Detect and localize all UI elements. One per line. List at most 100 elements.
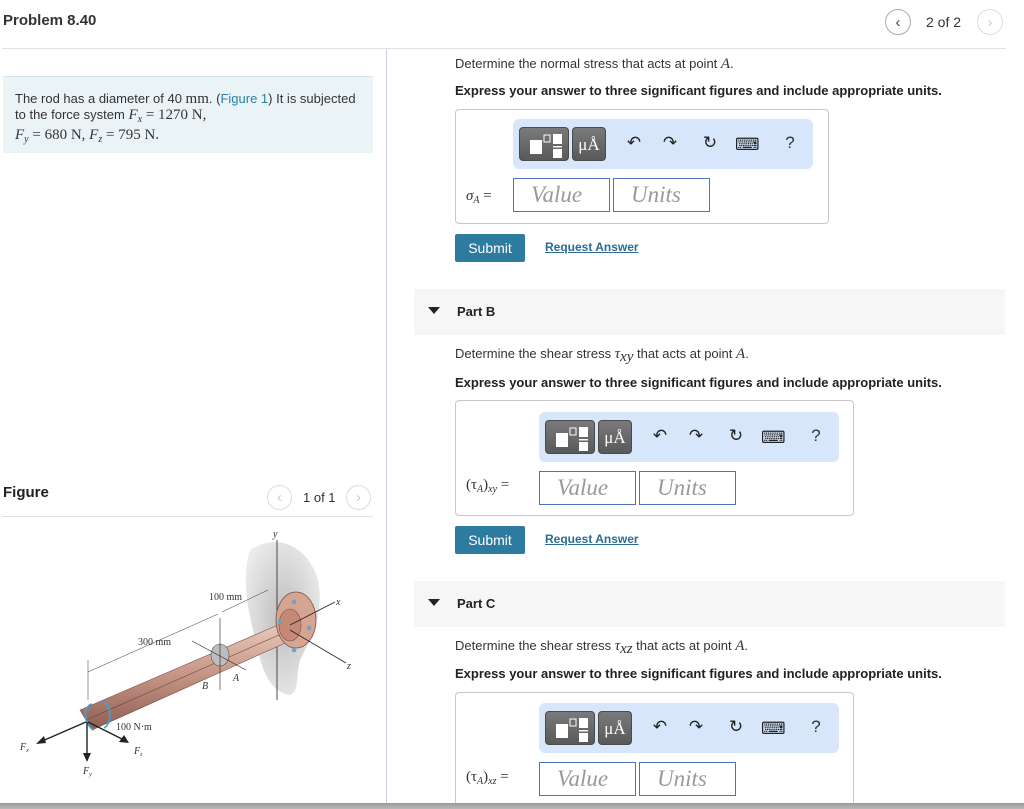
redo-icon[interactable]: ↷ (659, 133, 681, 153)
question-sub: xz (620, 641, 633, 657)
previous-figure-button[interactable]: ‹ (267, 485, 292, 510)
math-toolbar: μÅ ↶ ↷ ↻ ⌨ ? (539, 703, 839, 753)
templates-button[interactable] (545, 711, 595, 745)
fz-value: = 795 N. (102, 127, 160, 143)
figure-divider (2, 516, 373, 517)
column-divider (386, 49, 387, 809)
rod-edge-line (85, 630, 289, 721)
units-button[interactable]: μÅ (598, 711, 632, 745)
force-x-arrow (39, 721, 87, 743)
units-input[interactable] (613, 178, 710, 212)
part-b-question: Determine the shear stress τxy that acts… (455, 346, 749, 366)
next-problem-button[interactable]: › (977, 9, 1003, 35)
fy-var: F (15, 127, 25, 143)
rod-diagram: y x z A B 300 mm 100 mm 100 N·m Fx Fy Fz (19, 529, 351, 778)
part-c-instruction: Express your answer to three significant… (455, 666, 942, 681)
question-text-2: that acts at point (632, 638, 736, 653)
templates-button[interactable] (545, 420, 595, 454)
math-toolbar: μÅ ↶ ↷ ↻ ⌨ ? (539, 412, 839, 462)
part-a-answer-box: μÅ ↶ ↷ ↻ ⌨ ? σA = (455, 109, 829, 224)
fx-expression: Fx = 1270 N, (128, 107, 207, 126)
templates-icon (530, 134, 562, 158)
undo-icon[interactable]: ↶ (623, 133, 645, 153)
eq-open: (τ (466, 769, 478, 785)
question-sub: xy (620, 349, 634, 365)
help-icon[interactable]: ? (779, 133, 801, 153)
part-c-title: Part C (457, 596, 496, 611)
chevron-left-icon: ‹ (895, 13, 901, 31)
part-b-answer-box: μÅ ↶ ↷ ↻ ⌨ ? (τA)xy = (455, 400, 854, 516)
fx-var: F (128, 107, 138, 123)
reset-icon[interactable]: ↻ (725, 717, 747, 737)
force-x-arrowhead (36, 736, 46, 744)
bolt (291, 647, 297, 653)
request-answer-link[interactable]: Request Answer (545, 532, 639, 546)
window-bottom-edge (0, 803, 1024, 809)
undo-icon[interactable]: ↶ (649, 426, 671, 446)
eq-open: (τ (466, 477, 478, 493)
templates-icon (556, 718, 588, 742)
reset-icon[interactable]: ↻ (725, 426, 747, 446)
keyboard-icon[interactable]: ⌨ (735, 135, 760, 155)
value-input[interactable] (539, 762, 636, 796)
fy-value: = 680 N, (28, 127, 90, 143)
fy-expression: Fy = 680 N, (15, 127, 90, 146)
tau-xy-label: (τA)xy = (466, 477, 509, 495)
bolt (291, 599, 297, 605)
request-answer-link[interactable]: Request Answer (545, 240, 639, 254)
fz-var: F (89, 127, 99, 143)
part-b-instruction: Express your answer to three significant… (455, 375, 942, 390)
keyboard-icon[interactable]: ⌨ (761, 719, 786, 739)
tau-xz-label: (τA)xz = (466, 769, 509, 787)
part-c-question: Determine the shear stress τxz that acts… (455, 638, 748, 658)
dim-100-label: 100 mm (209, 592, 242, 603)
previous-problem-button[interactable]: ‹ (885, 9, 911, 35)
question-text: Determine the shear stress (455, 638, 615, 653)
y-axis-label: y (272, 529, 278, 540)
question-text-2: that acts at point (633, 346, 737, 361)
submit-button[interactable]: Submit (455, 234, 525, 262)
problem-statement: The rod has a diameter of 40 mm. (Figure… (3, 76, 373, 153)
figure-link[interactable]: Figure 1 (220, 91, 268, 106)
keyboard-icon[interactable]: ⌨ (761, 428, 786, 448)
chevron-left-icon: ‹ (277, 489, 282, 506)
diameter-unit: mm (185, 91, 209, 107)
chevron-right-icon: › (356, 489, 361, 506)
reset-icon[interactable]: ↻ (699, 133, 721, 153)
question-point: A (735, 638, 745, 654)
templates-button[interactable] (519, 127, 569, 161)
figure-pager-text: 1 of 1 (303, 490, 336, 505)
next-figure-button[interactable]: › (346, 485, 371, 510)
question-text: Determine the shear stress (455, 346, 615, 361)
submit-button[interactable]: Submit (455, 526, 525, 554)
value-input[interactable] (513, 178, 610, 212)
part-c-answer-box: μÅ ↶ ↷ ↻ ⌨ ? (τA)xz = (455, 692, 854, 809)
part-b-title: Part B (457, 304, 496, 319)
units-input[interactable] (639, 471, 736, 505)
units-input[interactable] (639, 762, 736, 796)
caret-down-icon (428, 307, 440, 314)
redo-icon[interactable]: ↷ (685, 717, 707, 737)
moment-label: 100 N·m (116, 722, 152, 733)
question-point: A (736, 346, 746, 362)
units-button[interactable]: μÅ (572, 127, 606, 161)
part-c-header[interactable]: Part C (414, 581, 1005, 627)
intro-text: The rod has a diameter of 40 (15, 91, 186, 106)
undo-icon[interactable]: ↶ (649, 717, 671, 737)
force-y-arrowhead (83, 753, 91, 762)
math-toolbar: μÅ ↶ ↷ ↻ ⌨ ? (513, 119, 813, 169)
eq-equals: = (496, 769, 509, 785)
question-end: . (730, 56, 734, 71)
point-b-label: B (202, 681, 208, 692)
x-axis-label: x (335, 597, 341, 608)
z-axis-label: z (346, 661, 351, 672)
part-b-header[interactable]: Part B (414, 289, 1005, 335)
sigma-a-label: σA = (466, 188, 492, 206)
help-icon[interactable]: ? (805, 717, 827, 737)
value-input[interactable] (539, 471, 636, 505)
units-button[interactable]: μÅ (598, 420, 632, 454)
redo-icon[interactable]: ↷ (685, 426, 707, 446)
fx-value: = 1270 N, (142, 107, 207, 123)
help-icon[interactable]: ? (805, 426, 827, 446)
intro-punct: . ( (208, 91, 221, 106)
